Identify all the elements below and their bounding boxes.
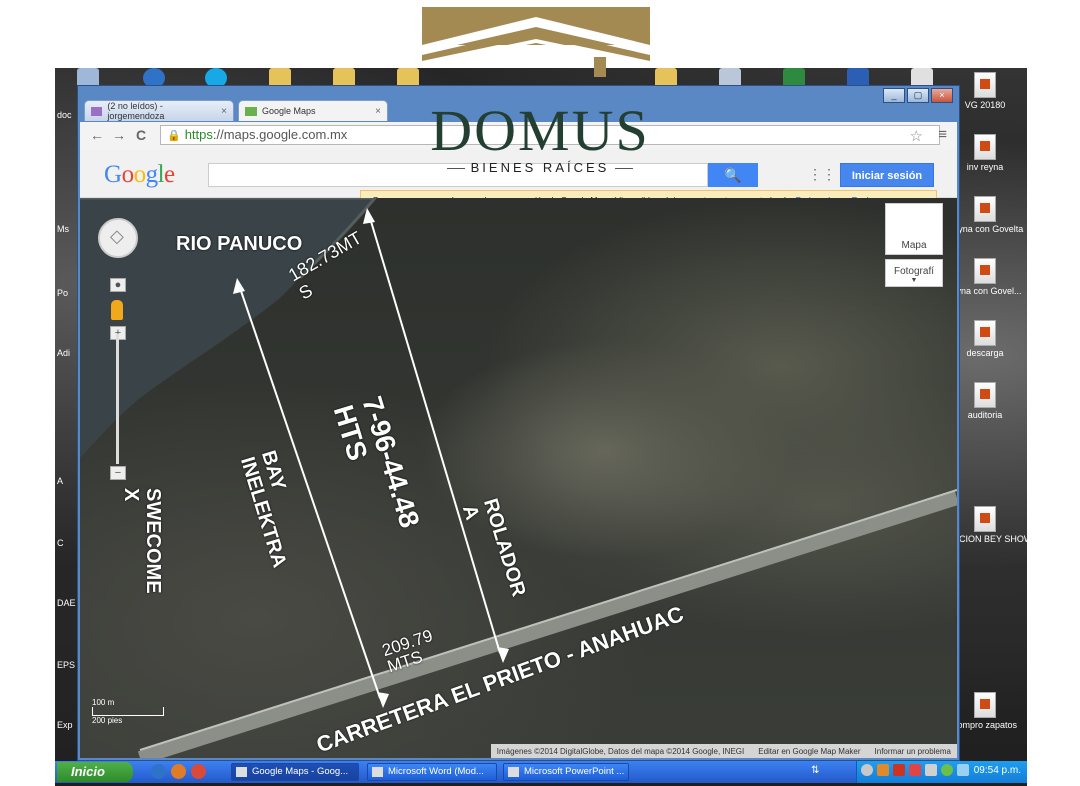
system-tray: 09:54 p.m. <box>856 761 1027 783</box>
imagery-credit: Imágenes ©2014 DigitalGlobe, Datos del m… <box>496 746 745 756</box>
clock: 09:54 p.m. <box>973 765 1021 776</box>
desktop-label: Adi <box>57 348 71 358</box>
browser-window: _ ▢ × (2 no leídos) - jorgemendoza × Goo… <box>77 85 960 761</box>
desktop-icon-label: VG 20180 <box>964 100 1006 110</box>
logo-tagline: BIENES RAÍCES <box>418 160 662 175</box>
taskbar: Inicio Google Maps - Goog... Microsoft W… <box>55 761 1027 783</box>
url-host: ://maps.google.com.mx <box>212 127 348 142</box>
powerpoint-file-icon <box>974 692 996 718</box>
logo-letter: G <box>104 161 122 188</box>
tab-google-maps[interactable]: Google Maps × <box>238 100 388 121</box>
zoom-out-button[interactable]: − <box>110 466 126 480</box>
house-roof-icon <box>422 7 650 77</box>
desktop-label: Exp <box>57 720 73 730</box>
scale-bar <box>92 707 164 716</box>
taskbar-word[interactable]: Microsoft Word (Mod... <box>367 763 497 781</box>
logo-letter: o <box>133 161 147 188</box>
powerpoint-file-icon <box>974 72 996 98</box>
desktop-icon-label: auditoria <box>967 410 1003 420</box>
start-button[interactable]: Inicio <box>57 762 133 782</box>
tray-icon[interactable] <box>941 764 953 776</box>
map-type-satellite-label: Fotografí <box>893 266 935 277</box>
label-swecomex: SWECOME X <box>120 488 164 594</box>
firefox-quicklaunch-icon[interactable] <box>171 764 186 779</box>
tray-icon[interactable] <box>909 764 921 776</box>
search-button[interactable]: 🔍 <box>708 163 758 187</box>
network-icon: ⇅ <box>811 765 820 776</box>
forward-button[interactable]: → <box>112 127 126 143</box>
tray-icon[interactable] <box>893 764 905 776</box>
desktop-label: doc <box>57 110 72 120</box>
tray-icon[interactable] <box>957 764 969 776</box>
map-credits: Imágenes ©2014 DigitalGlobe, Datos del m… <box>490 744 957 758</box>
tray-icon[interactable] <box>877 764 889 776</box>
logo-letter: e <box>164 161 175 188</box>
scale-feet: 200 pies <box>92 716 123 725</box>
back-button[interactable]: ← <box>90 127 104 143</box>
label-far-west-1: SWECOME <box>142 488 164 594</box>
desktop-label: Ms <box>57 224 69 234</box>
pan-control[interactable] <box>98 218 138 258</box>
logo-letter: g <box>145 161 159 188</box>
tab-strip: (2 no leídos) - jorgemendoza × Google Ma… <box>84 100 392 122</box>
map-type-map-label: Mapa <box>901 240 927 251</box>
window-controls: _ ▢ × <box>883 88 953 103</box>
minimize-button[interactable]: _ <box>883 88 905 103</box>
tab-gmail[interactable]: (2 no leídos) - jorgemendoza × <box>84 100 234 121</box>
tab-label: Google Maps <box>262 106 316 116</box>
taskbar-powerpoint[interactable]: Microsoft PowerPoint ... <box>503 763 629 781</box>
logo-letter: o <box>121 161 135 188</box>
search-icon: 🔍 <box>724 167 742 183</box>
powerpoint-file-icon <box>974 196 996 222</box>
google-logo[interactable]: Google <box>104 161 175 189</box>
street-view-pegman-icon[interactable] <box>111 300 123 320</box>
map-maker-link[interactable]: Editar en Google Map Maker <box>758 747 860 756</box>
chevron-down-icon: ▼ <box>910 277 918 284</box>
bookmark-star-icon[interactable]: ☆ <box>910 127 923 145</box>
report-problem-link[interactable]: Informar un problema <box>875 747 951 756</box>
url-scheme: https <box>184 127 213 142</box>
desktop-label: EPS <box>57 660 76 670</box>
powerpoint-file-icon <box>974 134 996 160</box>
desktop-label: C <box>57 538 64 548</box>
sign-in-button[interactable]: Iniciar sesión <box>840 163 934 187</box>
zoom-layer-button[interactable]: ● <box>110 278 126 292</box>
desktop-label: A <box>57 476 64 486</box>
map-type-map[interactable]: Mapa <box>885 203 943 255</box>
powerpoint-file-icon <box>974 258 996 284</box>
mail-icon <box>91 106 103 116</box>
lock-icon: 🔒 <box>167 130 181 142</box>
excel-file-icon <box>974 382 996 408</box>
image-file-icon <box>974 320 996 346</box>
close-tab-icon[interactable]: × <box>221 106 227 117</box>
map-scale: 100 m 200 pies <box>92 698 164 725</box>
desktop-icon-label: descarga <box>966 348 1004 358</box>
chrome-quicklaunch-icon[interactable] <box>191 764 206 779</box>
tray-icon[interactable] <box>925 764 937 776</box>
desktop-icon-label: inv reyna <box>966 162 1004 172</box>
logo-wordmark: DOMUS <box>430 98 650 163</box>
taskbar-google-maps[interactable]: Google Maps - Goog... <box>231 763 359 781</box>
label-far-west-2: X <box>120 488 142 502</box>
label-rio-panuco: RIO PANUCO <box>176 233 303 255</box>
desktop-icon-label: compro zapatos <box>952 720 1018 730</box>
scale-meters: 100 m <box>92 698 115 707</box>
tab-label: (2 no leídos) - jorgemendoza <box>107 101 165 121</box>
ie-quicklaunch-icon[interactable] <box>151 764 166 779</box>
domus-logo: DOMUS BIENES RAÍCES <box>418 0 662 175</box>
reload-button[interactable]: C <box>136 127 146 143</box>
close-window-button[interactable]: × <box>931 88 953 103</box>
powerpoint-file-icon <box>974 506 996 532</box>
close-tab-icon[interactable]: × <box>375 106 381 117</box>
maximize-button[interactable]: ▢ <box>907 88 929 103</box>
maps-icon <box>245 106 257 116</box>
zoom-slider-track[interactable] <box>116 334 119 464</box>
tray-icon[interactable] <box>861 764 873 776</box>
browser-menu-icon[interactable]: ≡ <box>938 126 947 143</box>
satellite-map[interactable]: RIO PANUCO 182.73MT S 7-96-44.48 HTS BAY… <box>80 198 957 758</box>
map-type-satellite[interactable]: Fotografí ▼ <box>885 259 943 287</box>
map-type-control: Mapa Fotografí ▼ <box>885 203 943 297</box>
desktop-label: Po <box>57 288 69 298</box>
desktop-label: DAE <box>57 598 76 608</box>
